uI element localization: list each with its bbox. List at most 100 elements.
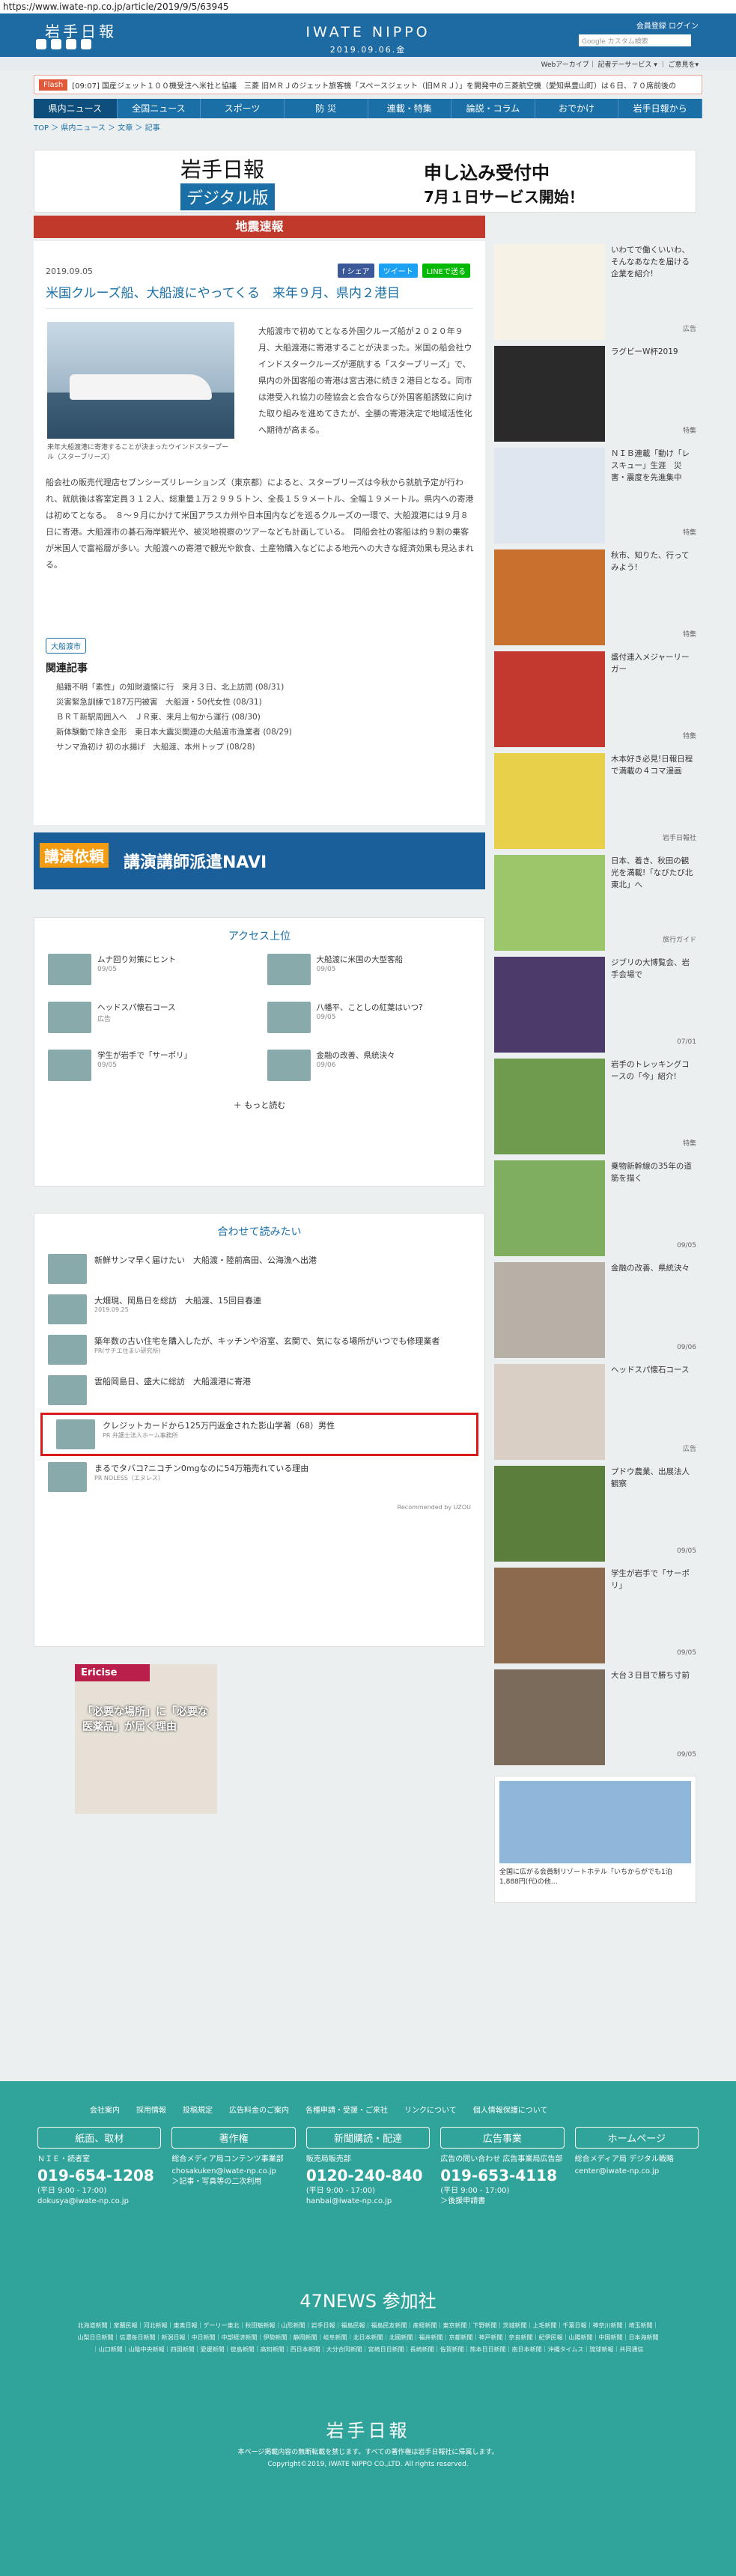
sidebar-card[interactable]: 盛付連入メジャーリーガー 特集 xyxy=(494,648,696,750)
banner-logo: 岩手日報 xyxy=(180,157,265,182)
related-link[interactable]: サンマ漁初け 初の水揚げ 大船渡、本州トップ (08/28) xyxy=(56,740,475,755)
nav-item[interactable]: スポーツ xyxy=(201,99,285,118)
sidebar-card[interactable]: プドウ農業、出展法人観察 09/05 xyxy=(494,1463,696,1565)
ranking-item[interactable]: 学生が岩手で「サーポリ」 09/05 xyxy=(48,1050,252,1090)
footer-link[interactable]: 個人情報保護について xyxy=(473,2104,548,2115)
column-link[interactable]: ＞後援申請書 xyxy=(440,2196,564,2207)
more-button[interactable]: ＋ もっと読む xyxy=(34,1090,484,1120)
sidebar-card[interactable]: 金融の改善、県統決々 09/06 xyxy=(494,1259,696,1361)
contact-column: 広告事業 広告の問い合わせ 広告事業局広告部 019-653-4118 (平日 9:0… xyxy=(440,2127,565,2207)
related-heading: 関連記事 xyxy=(46,663,88,675)
sidebar-card[interactable]: 日本、着き、秋田の観光を満載!「なびたび北東北」へ 旅行ガイド xyxy=(494,852,696,954)
lecture-ad[interactable]: 講演依頼 講演講師派遣NAVI xyxy=(34,832,485,889)
thumbnail xyxy=(48,954,91,985)
sidebar-card[interactable]: 秋市、知りた、行ってみよう! 特集 xyxy=(494,546,696,648)
ranking-item[interactable]: ヘッドスパ懐石コース 広告 xyxy=(48,1002,252,1042)
tweet-button[interactable]: ツイート xyxy=(378,264,418,278)
nav-item[interactable]: 全国ニュース xyxy=(118,99,201,118)
column-mail[interactable]: chosakuken@iwate-np.co.jp xyxy=(171,2167,295,2177)
recommend-item[interactable]: まるでタバコ?ニコチン0mgなのに54万箱売れている理由 PR NOLESS（エヌ… xyxy=(34,1458,484,1498)
sidebar-card[interactable]: いわてで働くいいわ、そんなあなたを届ける企業を紹介! 広告 xyxy=(494,241,696,343)
digital-edition-banner[interactable]: 岩手日報 デジタル版 申し込み受付中 7月１日サービス開始！ xyxy=(34,150,696,213)
related-link[interactable]: 船籍不明「素性」の知財遺懐に行 来月３日、北上訪問 (08/31) xyxy=(56,680,475,695)
footer-link[interactable]: リンクについて xyxy=(404,2104,457,2115)
phone-number[interactable]: 019-654-1208 xyxy=(37,2167,161,2184)
ad-title: 講演講師派遣NAVI xyxy=(124,853,267,872)
related-link[interactable]: ＢＲＴ新駅周囲入へ ＪＲ東、来月上旬から運行 (08/30) xyxy=(56,710,475,725)
recommend-item[interactable]: 新鮮サンマ早く届けたい 大船渡・陸前高田、公海漁へ出港 xyxy=(34,1249,484,1290)
earthquake-alert[interactable]: 地震速報 xyxy=(34,216,485,238)
item-title: ムナ回り対策にヒント xyxy=(97,955,176,964)
section-title: アクセス上位 xyxy=(228,931,291,943)
related-link[interactable]: 災害緊急訓練で187万円被害 大船渡・50代女性 (08/31) xyxy=(56,695,475,710)
item-date: 09/05 xyxy=(316,966,336,973)
footer-link[interactable]: 採用情報 xyxy=(136,2104,166,2115)
nav-item[interactable]: 防 災 xyxy=(285,99,368,118)
card-tag: 09/06 xyxy=(677,1344,696,1351)
column-hours: (平日 9:00 - 17:00) xyxy=(37,2187,107,2195)
footer-link[interactable]: 投稿規定 xyxy=(183,2104,213,2115)
nav-item[interactable]: 論説・コラム xyxy=(451,99,535,118)
photo-caption: 来年大船渡港に寄港することが決まったウインドスタープール（スターブリーズ） xyxy=(47,444,229,461)
ad-badge: 講演依頼 xyxy=(40,843,109,868)
nav-item[interactable]: 岩手日報から xyxy=(618,99,702,118)
phone-number[interactable]: 019-653-4118 xyxy=(440,2167,564,2184)
item-meta: PR NOLESS（エヌレス） xyxy=(94,1475,164,1482)
access-ranking: アクセス上位 ムナ回り対策にヒント 09/05 大船渡に米国の大型客船 09/05 … xyxy=(34,917,485,1187)
column-mail[interactable]: dokusya@iwate-np.co.jp xyxy=(37,2196,161,2207)
nav-item[interactable]: 連載・特集 xyxy=(368,99,452,118)
ranking-item[interactable]: 八幡平、ことしの紅葉はいつ? 09/05 xyxy=(267,1002,472,1042)
sidebar-card[interactable]: 乗物新幹線の35年の道筋を描く 09/05 xyxy=(494,1157,696,1259)
footer-link[interactable]: 会社案内 xyxy=(90,2104,120,2115)
topic-tag[interactable]: 大船渡市 xyxy=(46,638,86,654)
card-tag: 旅行ガイド xyxy=(662,937,696,944)
nav-item[interactable]: 県内ニュース xyxy=(34,99,118,118)
sub-navigation[interactable]: Webアーカイブ｜ 記者デーサービス ▾ ｜ ご意見を▾ xyxy=(0,57,736,70)
footer-link[interactable]: 各種申請・受援・ご来社 xyxy=(305,2104,388,2115)
sidebar-card[interactable]: ジブリの大博覧会、岩手会場で 07/01 xyxy=(494,954,696,1056)
column-mail[interactable]: hanbai@iwate-np.co.jp xyxy=(306,2196,430,2207)
line-share-button[interactable]: LINEで送る xyxy=(422,264,470,278)
card-title: 乗物新幹線の35年の道筋を描く xyxy=(611,1162,692,1183)
sidebar-card[interactable]: 学生が岩手で「サーポリ」 09/05 xyxy=(494,1565,696,1666)
ranking-item[interactable]: ムナ回り対策にヒント 09/05 xyxy=(48,954,252,994)
sidebar-card[interactable]: 岩手のトレッキングコースの「今」紹介! 特集 xyxy=(494,1056,696,1157)
recommend-item[interactable]: 大畑現、岡島日を総訪 大船渡、15回目春連 2019.09.25 xyxy=(34,1290,484,1330)
uzou-credit[interactable]: Recommended by UZOU xyxy=(34,1498,484,1517)
facebook-share-button[interactable]: f シェア xyxy=(337,264,374,278)
pr-ad[interactable]: Ericise 「必要な場所」に「必要な医薬品」が届く理由 xyxy=(75,1664,217,1814)
thumbnail xyxy=(56,1419,95,1449)
recommend-item-highlighted[interactable]: クレジットカードから125万円返金された影山学著（68）男性 PR 弁護士法人ホー… xyxy=(40,1413,478,1456)
member-login[interactable]: 会員登録 ログイン xyxy=(636,19,699,31)
related-link[interactable]: 新体験動で除き全形 東日本大震災関連の大船渡市漁業者 (08/29) xyxy=(56,725,475,740)
item-title: 雲船岡島日、盛大に総訪 大船渡港に寄港 xyxy=(94,1377,251,1386)
ranking-item[interactable]: 大船渡に米国の大型客船 09/05 xyxy=(267,954,472,994)
column-link[interactable]: ＞記事・写真等の二次利用 xyxy=(171,2177,295,2187)
sidebar-card[interactable]: 大台３日目で勝ち寸前 09/05 xyxy=(494,1666,696,1768)
flash-news[interactable]: Flash [09:07] 国産ジェット１００機受注へ米社と協議 三菱 旧ＭＲＪ… xyxy=(34,75,702,94)
ad-text: 全国に広がる会員制リゾートホテル「いちからがでも1泊1,888円(代)の他… xyxy=(499,1869,672,1886)
article-photo[interactable] xyxy=(47,322,234,439)
address-bar[interactable]: https://www.iwate-np.co.jp/article/2019/… xyxy=(0,0,736,13)
recommend-item[interactable]: 雲船岡島日、盛大に総訪 大船渡港に寄港 xyxy=(34,1371,484,1411)
ranking-item[interactable]: 金融の改善、県統決々 09/06 xyxy=(267,1050,472,1090)
breadcrumb[interactable]: TOP ＞ 県内ニュース ＞ 文章 ＞ 記事 xyxy=(34,121,702,133)
card-tag: 特集 xyxy=(682,427,696,435)
column-hours: (平日 9:00 - 17:00) xyxy=(305,2187,376,2195)
sidebar-ad[interactable]: 全国に広がる会員制リゾートホテル「いちからがでも1泊1,888円(代)の他… xyxy=(494,1776,696,1903)
search-input[interactable]: Google カスタム検索 xyxy=(579,34,691,46)
nav-item[interactable]: おでかけ xyxy=(535,99,619,118)
sidebar-card[interactable]: 木本好き必見!日報日程で満載の４コマ漫画 岩手日報社 xyxy=(494,750,696,852)
footer-link[interactable]: 広告料金のご案内 xyxy=(229,2104,289,2115)
sidebar-card[interactable]: ＮＩＢ連載「動け「レスキュー」生涯 災害・震度を先進集中 特集 xyxy=(494,445,696,546)
card-title: 秋市、知りた、行ってみよう! xyxy=(611,551,690,572)
sidebar-card[interactable]: ラグビーW杯2019 特集 xyxy=(494,343,696,445)
sidebar-card[interactable]: ヘッドスパ懐石コース 広告 xyxy=(494,1361,696,1463)
column-mail[interactable]: center@iwate-np.co.jp xyxy=(575,2167,699,2177)
flash-text[interactable]: [09:07] 国産ジェット１００機受注へ米社と協議 三菱 旧ＭＲＪのジェット旅… xyxy=(72,79,676,91)
member-papers[interactable]: 北海道新聞｜室蘭民報｜河北新報｜東奥日報｜デーリー東北｜秋田魁新報｜山形新聞｜岩… xyxy=(0,2312,736,2363)
column-heading: ホームページ xyxy=(574,2127,699,2149)
recommend-item[interactable]: 築年数の古い住宅を購入したが、キッチンや浴室、玄関で、気になる場所がいつでも修理… xyxy=(34,1330,484,1371)
phone-number[interactable]: 0120-240-840 xyxy=(306,2167,430,2184)
footer-logo[interactable]: 岩手日報 xyxy=(0,2416,736,2442)
